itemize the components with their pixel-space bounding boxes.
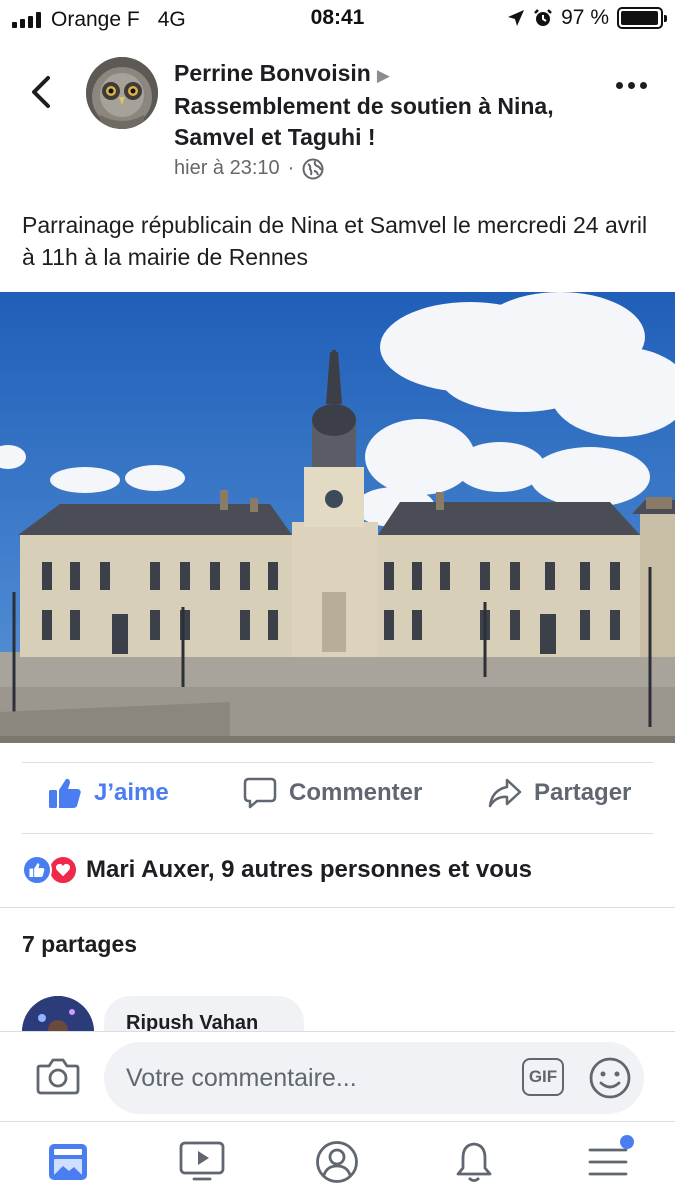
camera-button[interactable] bbox=[36, 1056, 80, 1101]
tab-news-feed[interactable] bbox=[44, 1138, 92, 1186]
like-reaction-icon bbox=[22, 855, 52, 885]
city-hall-photo bbox=[0, 292, 675, 743]
bottom-tab-bar bbox=[0, 1121, 675, 1200]
like-label: J’aime bbox=[94, 779, 169, 806]
share-label: Partager bbox=[534, 779, 632, 806]
divider bbox=[0, 907, 675, 908]
author-avatar[interactable] bbox=[86, 57, 158, 129]
location-icon bbox=[508, 10, 525, 26]
like-icon bbox=[49, 778, 81, 808]
post-photo[interactable] bbox=[0, 292, 675, 743]
comment-input[interactable] bbox=[126, 1060, 506, 1096]
owl-avatar-image bbox=[86, 57, 158, 129]
more-icon bbox=[616, 82, 623, 89]
divider bbox=[22, 833, 653, 834]
post-timestamp[interactable]: hier à 23:10 bbox=[174, 157, 280, 180]
post-text: Parrainage républicain de Nina et Samvel… bbox=[22, 212, 648, 270]
comment-icon bbox=[243, 777, 277, 809]
alarm-icon bbox=[534, 9, 553, 26]
group-name[interactable]: Rassemblement de soutien à Nina, Samvel … bbox=[174, 93, 554, 150]
globe-icon bbox=[302, 158, 324, 179]
share-button[interactable]: Partager bbox=[488, 777, 631, 809]
author-name[interactable]: Perrine Bonvoisin bbox=[174, 60, 371, 86]
gif-icon: GIF bbox=[528, 1067, 558, 1086]
status-bar: Orange F 4G 08:41 97 % bbox=[0, 0, 675, 40]
watch-icon bbox=[179, 1141, 225, 1181]
reactions-summary[interactable]: Mari Auxer, 9 autres personnes et vous bbox=[22, 855, 532, 885]
menu-badge bbox=[620, 1135, 634, 1149]
back-button[interactable] bbox=[26, 72, 58, 112]
profile-icon bbox=[316, 1141, 358, 1183]
notifications-icon bbox=[456, 1142, 492, 1182]
comment-label: Commenter bbox=[289, 779, 423, 806]
post-header: Perrine Bonvoisin ▶ Rassemblement de sout… bbox=[174, 58, 574, 180]
action-bar: J’aime Commenter Partager bbox=[0, 763, 675, 833]
emoji-icon bbox=[589, 1057, 631, 1099]
emoji-button[interactable] bbox=[588, 1056, 632, 1105]
tab-menu[interactable] bbox=[584, 1135, 634, 1186]
battery-icon bbox=[617, 7, 667, 29]
like-button[interactable]: J’aime bbox=[48, 777, 169, 809]
back-icon bbox=[32, 76, 50, 108]
camera-icon bbox=[36, 1058, 80, 1095]
news-feed-icon bbox=[49, 1144, 87, 1180]
more-options-button[interactable] bbox=[616, 82, 647, 89]
comment-box: GIF bbox=[104, 1042, 644, 1114]
gif-button[interactable]: GIF bbox=[522, 1058, 564, 1096]
reactions-text: Mari Auxer, 9 autres personnes et vous bbox=[86, 856, 532, 883]
shares-count[interactable]: 7 partages bbox=[22, 931, 137, 958]
comment-composer: GIF bbox=[0, 1031, 675, 1121]
arrow-icon: ▶ bbox=[376, 66, 390, 85]
tab-notifications[interactable] bbox=[450, 1138, 498, 1186]
love-reaction-icon bbox=[48, 855, 78, 885]
tab-profile[interactable] bbox=[313, 1138, 361, 1186]
tab-watch[interactable] bbox=[178, 1138, 226, 1186]
meta-separator: · bbox=[287, 157, 295, 179]
share-icon bbox=[488, 778, 522, 808]
comment-button[interactable]: Commenter bbox=[243, 777, 422, 809]
battery-percent: 97 % bbox=[561, 6, 609, 29]
